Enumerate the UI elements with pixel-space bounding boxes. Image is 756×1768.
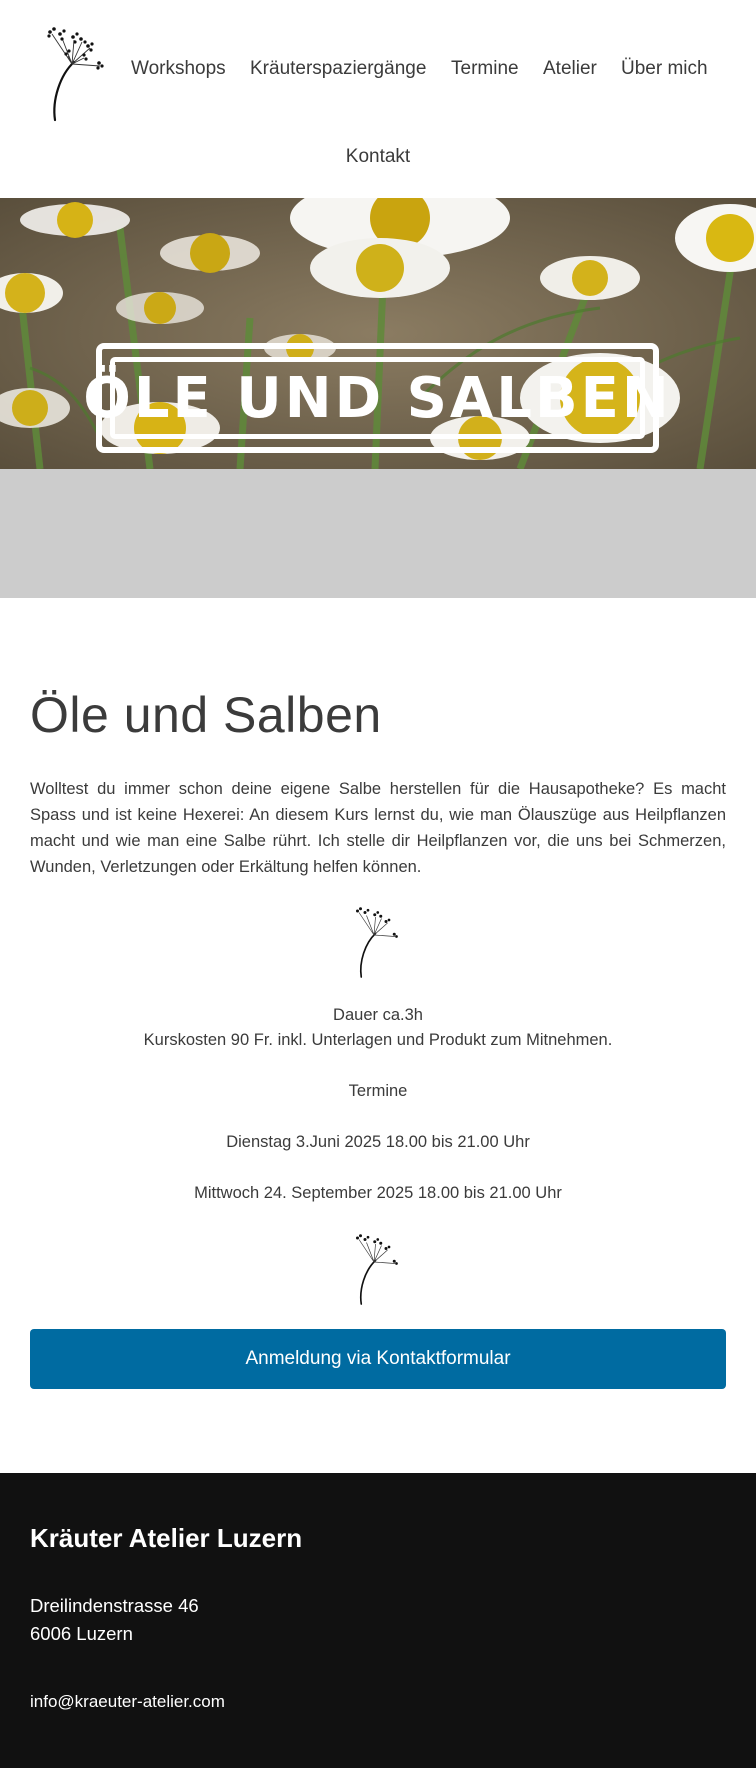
hero-title: Öle und Salben <box>83 365 672 431</box>
herb-divider-icon <box>356 1234 398 1305</box>
footer-title: Kräuter Atelier Luzern <box>30 1523 303 1553</box>
herb-logo-icon[interactable] <box>40 20 112 124</box>
nav-atelier[interactable]: Atelier <box>543 58 597 80</box>
footer-street: Dreilindenstrasse 46 <box>30 1595 199 1616</box>
costs-text: Kurskosten 90 Fr. inkl. Unterlagen und P… <box>143 1031 613 1049</box>
intro-paragraph: Wolltest du immer schon deine eigene Sal… <box>30 780 726 876</box>
duration-text: Dauer ca.3h <box>333 1006 423 1024</box>
dates-heading: Termine <box>348 1082 408 1100</box>
hero-title-frame: Öle und Salben <box>83 343 669 453</box>
nav-termine[interactable]: Termine <box>451 58 519 80</box>
gray-band <box>0 469 756 598</box>
date-item: Mittwoch 24. September 2025 18.00 bis 21… <box>194 1184 562 1202</box>
footer-email-link[interactable]: info@kraeuter-atelier.com <box>30 1692 225 1712</box>
nav-ueber-mich[interactable]: Über mich <box>621 58 708 80</box>
site-footer: Kräuter Atelier Luzern Dreilindenstrasse… <box>0 1473 756 1768</box>
nav-workshops[interactable]: Workshops <box>131 58 226 80</box>
registration-button[interactable]: Anmeldung via Kontaktformular <box>30 1329 726 1389</box>
nav-kraeuterspaziergaenge[interactable]: Kräuterspaziergänge <box>250 58 426 80</box>
footer-city: 6006 Luzern <box>30 1623 133 1644</box>
herb-divider-icon <box>356 907 398 978</box>
date-item: Dienstag 3.Juni 2025 18.00 bis 21.00 Uhr <box>226 1133 530 1151</box>
nav-kontakt[interactable]: Kontakt <box>0 146 756 168</box>
site-header: Workshops Kräuterspaziergänge Termine At… <box>0 0 756 198</box>
page-title: Öle und Salben <box>30 687 382 743</box>
hero-title-inner-frame: Öle und Salben <box>83 357 669 439</box>
